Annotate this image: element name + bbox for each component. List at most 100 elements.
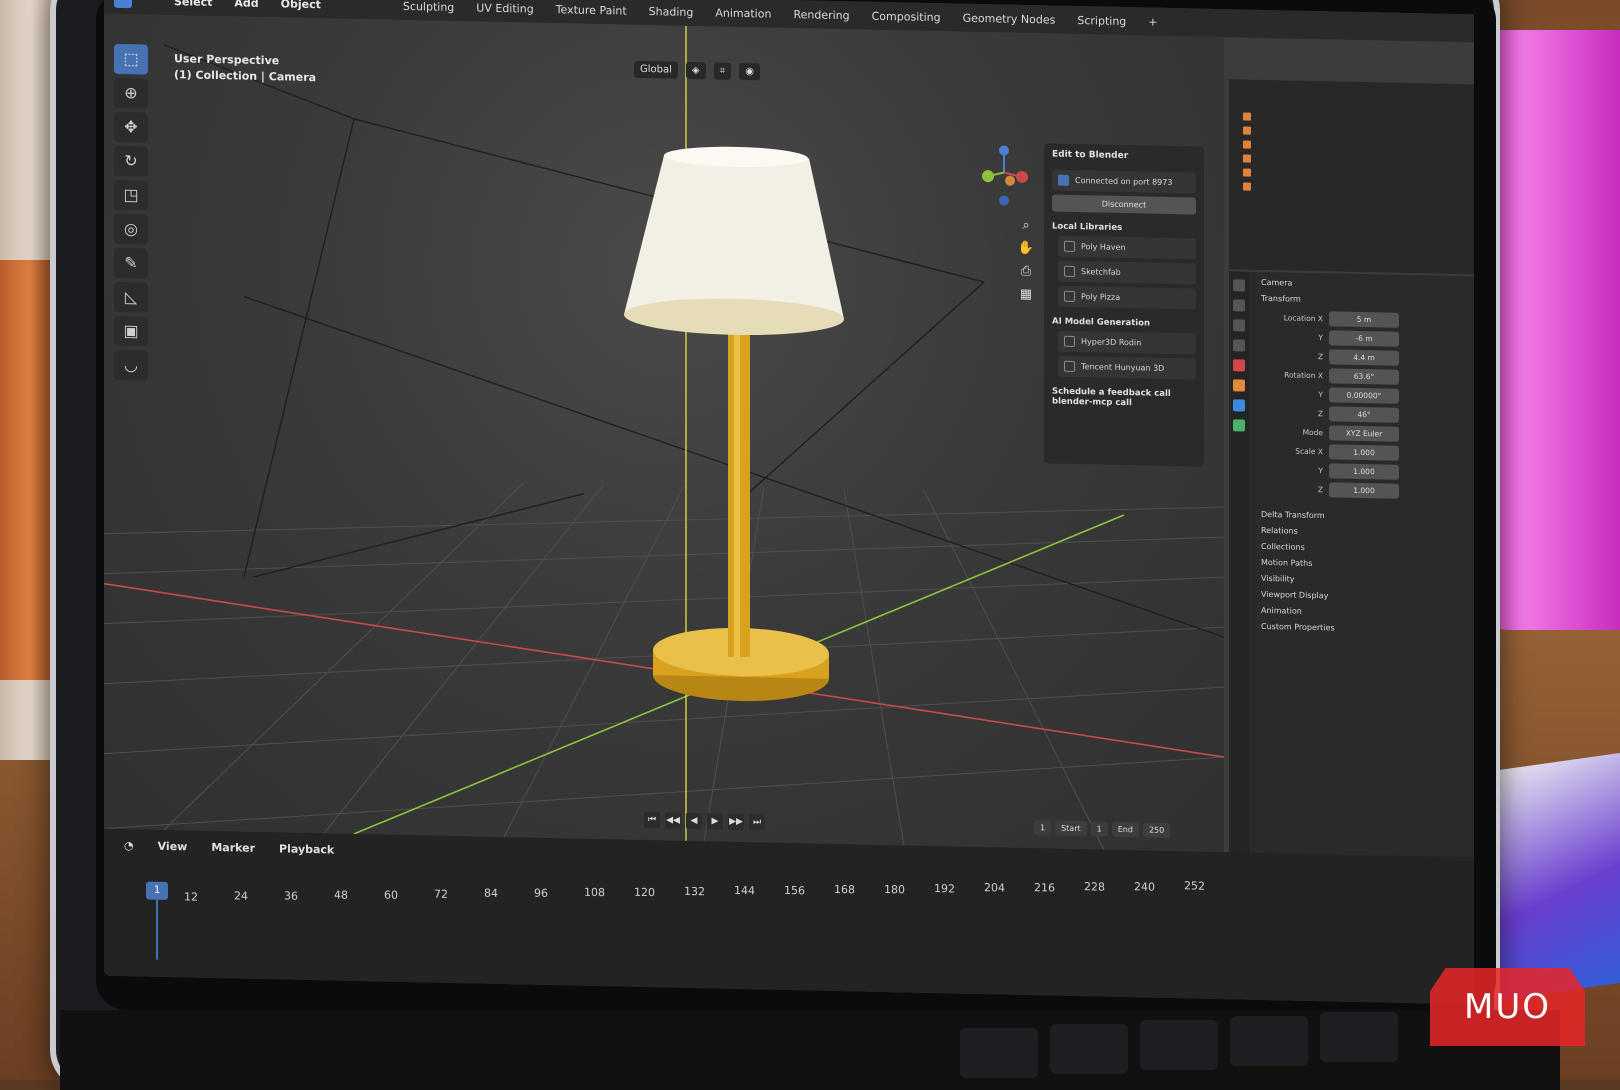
proportional-edit-icon[interactable]: ◉ [739,62,760,81]
checkbox[interactable] [1064,335,1075,347]
start-frame-field[interactable]: 1 [1090,821,1108,837]
jump-end-icon[interactable]: ⏭ [749,814,765,831]
library-item-sketchfab[interactable]: Sketchfab [1058,260,1196,285]
scale-icon[interactable]: ◳ [114,179,148,211]
timeline-menu-playback[interactable]: Playback [279,842,334,856]
rotate-icon[interactable]: ↻ [114,145,148,177]
tab-geometry-nodes[interactable]: Geometry Nodes [963,11,1056,26]
menu-add[interactable]: Add [234,0,258,9]
snap-icon[interactable]: ⌗ [713,62,732,80]
move-icon[interactable]: ✥ [114,111,148,143]
section-motion-paths[interactable]: Motion Paths [1261,558,1474,571]
library-item-poly-haven[interactable]: Poly Haven [1058,235,1196,260]
play-icon[interactable]: ▶ [707,813,723,830]
checkbox[interactable] [1064,240,1075,252]
menu-select[interactable]: Select [174,0,212,8]
object-icon [1243,140,1251,149]
extrude-icon[interactable]: ◡ [114,349,148,381]
jump-start-icon[interactable]: ⏮ [644,811,660,829]
add-workspace-button[interactable]: + [1148,15,1157,28]
tab-texture-paint[interactable]: Texture Paint [556,3,627,17]
physics-tab-icon[interactable] [1233,399,1245,412]
navigation-gizmo[interactable] [974,142,1034,213]
schedule-call-link[interactable]: Schedule a feedback call blender-mcp cal… [1052,387,1196,410]
output-tab-icon[interactable] [1233,319,1245,332]
grid-view-icon[interactable]: ▦ [1016,287,1036,302]
frame-ruler[interactable]: 12 24 36 48 60 72 84 96 108 120 132 144 156 168 180 192… [124,879,1444,947]
object-tab-icon[interactable] [1233,379,1245,392]
tab-scripting[interactable]: Scripting [1077,14,1126,28]
timeline-menu-marker[interactable]: Marker [211,841,255,855]
transform-section[interactable]: Transform [1261,294,1474,307]
location-z-field[interactable]: 4.4 m [1329,349,1399,366]
editor-type-icon[interactable]: ◔ [124,839,134,852]
zoom-icon[interactable]: ⌕ [1016,218,1036,233]
menu-object[interactable]: Object [281,0,321,11]
pivot-icon[interactable]: ◈ [685,61,706,80]
scale-z-field[interactable]: 1.000 [1329,482,1399,499]
rotation-y-field[interactable]: 0.00000° [1329,387,1399,404]
tab-rendering[interactable]: Rendering [793,8,849,22]
render-tab-icon[interactable] [1233,299,1245,312]
tool-tab-icon[interactable] [1233,279,1245,292]
blender-logo-icon[interactable] [114,0,132,9]
scene-tab-icon[interactable] [1233,339,1245,352]
tab-compositing[interactable]: Compositing [872,9,941,23]
add-cube-icon[interactable]: ▣ [114,315,148,347]
tab-uv-editing[interactable]: UV Editing [476,1,533,15]
pan-hand-icon[interactable]: ✋ [1016,241,1036,256]
timeline-menu-view[interactable]: View [158,840,188,854]
cursor-icon[interactable]: ⊕ [114,77,148,109]
scale-x-field[interactable]: 1.000 [1329,444,1399,461]
library-item-poly-pizza[interactable]: Poly Pizza [1058,285,1196,310]
annotate-icon[interactable]: ✎ [114,247,148,279]
section-animation[interactable]: Animation [1261,606,1474,619]
panel-header[interactable]: Edit to Blender [1044,143,1204,168]
disconnect-button[interactable]: Disconnect [1052,194,1196,215]
ai-label: Tencent Hunyuan 3D [1081,362,1165,373]
measure-icon[interactable]: ◺ [114,281,148,313]
laptop-screen: Select Add Object Sculpting UV Editing T… [104,0,1474,1005]
tab-sculpting[interactable]: Sculpting [403,0,454,13]
axis-y-label: Y [1318,466,1323,476]
3d-viewport[interactable]: User Perspective (1) Collection | Camera… [104,13,1224,853]
section-visibility[interactable]: Visibility [1261,574,1474,587]
rotation-z-field[interactable]: 46° [1329,406,1399,423]
tab-shading[interactable]: Shading [649,5,694,19]
location-x-field[interactable]: 5 m [1329,311,1399,328]
select-box-icon[interactable]: ⬚ [114,43,148,75]
checkbox[interactable] [1064,265,1075,277]
section-custom-properties[interactable]: Custom Properties [1261,622,1474,635]
ai-item-hyper3d[interactable]: Hyper3D Rodin [1058,330,1196,355]
tab-animation[interactable]: Animation [715,6,771,20]
section-viewport-display[interactable]: Viewport Display [1261,590,1474,603]
play-reverse-icon[interactable]: ◀ [686,812,702,830]
location-y-field[interactable]: -6 m [1329,330,1399,347]
world-tab-icon[interactable] [1233,359,1245,372]
current-frame-field[interactable]: 1 [1034,820,1052,836]
ai-item-hunyuan[interactable]: Tencent Hunyuan 3D [1058,355,1196,380]
playhead[interactable]: 1 [146,881,168,900]
camera-view-icon[interactable]: ⎙ [1016,264,1036,279]
orientation-dropdown[interactable]: Global [634,60,678,79]
checkbox[interactable] [1064,360,1075,372]
object-icon [1243,126,1251,135]
lamp-model[interactable] [624,145,844,704]
rotation-mode-dropdown[interactable]: XYZ Euler [1329,425,1399,442]
section-relations[interactable]: Relations [1261,526,1474,539]
section-collections[interactable]: Collections [1261,542,1474,555]
axis-z-label: Z [1317,352,1323,362]
prev-keyframe-icon[interactable]: ◀◀ [665,812,681,829]
section-delta-transform[interactable]: Delta Transform [1261,510,1474,523]
checkbox[interactable] [1064,290,1075,302]
next-keyframe-icon[interactable]: ▶▶ [728,813,744,831]
end-frame-field[interactable]: 250 [1142,822,1171,838]
transform-orientation: Global ◈ ⌗ ◉ [634,60,760,81]
frame-label: 240 [1134,879,1155,894]
rotation-x-field[interactable]: 63.6° [1329,368,1399,385]
object-name[interactable]: Camera [1261,278,1474,291]
transform-icon[interactable]: ◎ [114,213,148,245]
blender-mcp-panel: Edit to Blender Connected on port 8973 D… [1044,143,1204,467]
constraints-tab-icon[interactable] [1233,419,1245,432]
scale-y-field[interactable]: 1.000 [1329,463,1399,480]
